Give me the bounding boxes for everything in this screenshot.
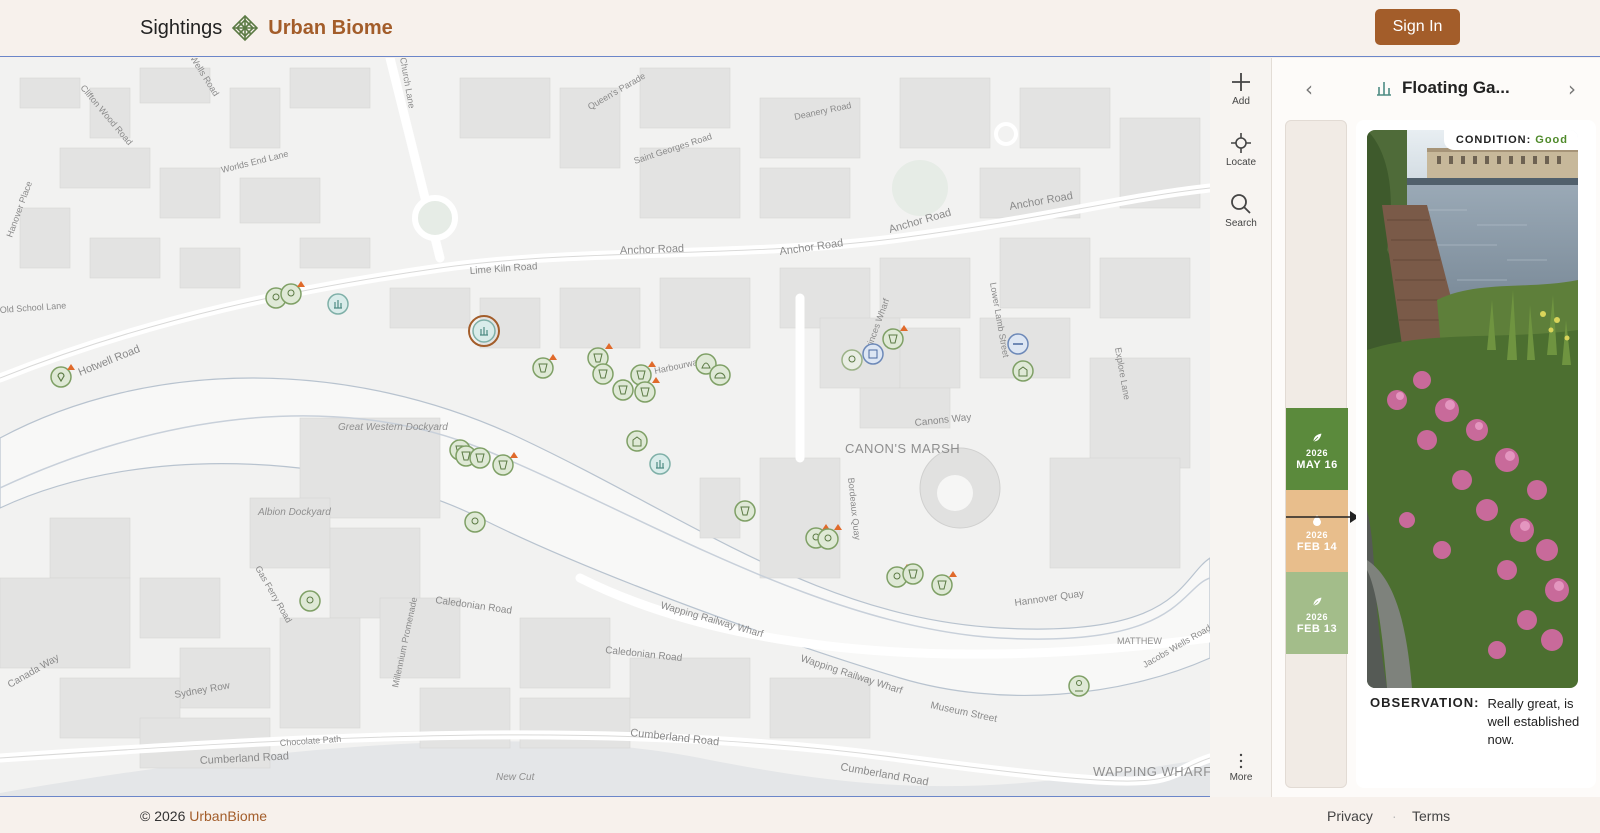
site-marker[interactable] bbox=[1068, 675, 1090, 697]
site-marker[interactable] bbox=[902, 563, 924, 585]
site-marker[interactable] bbox=[1007, 333, 1029, 355]
leaf-icon bbox=[1312, 432, 1323, 443]
timeline-pointer-icon bbox=[1286, 511, 1359, 523]
selected-site-marker[interactable] bbox=[468, 315, 500, 347]
timeline-item[interactable]: 2026 FEB 14 bbox=[1286, 490, 1348, 572]
search-icon bbox=[1231, 194, 1251, 214]
search-label: Search bbox=[1225, 218, 1257, 229]
leaf-icon bbox=[1312, 596, 1323, 607]
area-label: MATTHEW bbox=[1117, 636, 1162, 646]
floating-garden-icon bbox=[1377, 82, 1391, 96]
timeline-date: FEB 14 bbox=[1296, 541, 1338, 553]
area-label: WAPPING WHARF bbox=[1093, 764, 1210, 779]
street-label: Anchor Road bbox=[620, 243, 685, 257]
privacy-link[interactable]: Privacy bbox=[1327, 808, 1373, 824]
site-title: Floating Ga... bbox=[1374, 78, 1510, 98]
footer-brand-link[interactable]: UrbanBiome bbox=[189, 808, 267, 824]
terms-link[interactable]: Terms bbox=[1412, 808, 1450, 824]
timeline-year: 2026 bbox=[1305, 530, 1329, 540]
site-marker[interactable] bbox=[626, 430, 648, 452]
area-label: New Cut bbox=[496, 772, 536, 783]
timeline-year: 2026 bbox=[1305, 612, 1329, 622]
condition-value: Good bbox=[1535, 134, 1568, 146]
sign-in-button[interactable]: Sign In bbox=[1375, 9, 1460, 45]
timeline-date: MAY 16 bbox=[1296, 459, 1338, 471]
more-label: More bbox=[1229, 772, 1253, 783]
brand[interactable]: Sightings Urban Biome bbox=[140, 14, 393, 42]
observation-card: CONDITION: Good OBSERVATION: Really great… bbox=[1356, 120, 1596, 788]
site-marker[interactable] bbox=[1012, 360, 1034, 382]
area-label: Albion Dockyard bbox=[257, 507, 331, 518]
urban-biome-logo-icon bbox=[232, 14, 259, 42]
site-marker[interactable] bbox=[592, 363, 614, 385]
brand-name: Urban Biome bbox=[268, 16, 393, 39]
next-site-button[interactable]: › bbox=[1559, 76, 1585, 102]
site-name: Floating Ga... bbox=[1402, 78, 1510, 97]
search-button[interactable]: Search bbox=[1210, 192, 1272, 229]
plus-icon bbox=[1232, 73, 1250, 91]
site-marker[interactable] bbox=[734, 500, 756, 522]
site-marker[interactable] bbox=[862, 343, 884, 365]
add-label: Add bbox=[1232, 96, 1250, 107]
site-marker[interactable] bbox=[299, 590, 321, 612]
previous-site-button[interactable]: ‹ bbox=[1296, 76, 1322, 102]
app-title: Sightings bbox=[140, 16, 223, 39]
observation-photo-image bbox=[1367, 130, 1578, 688]
site-marker[interactable] bbox=[841, 349, 863, 371]
site-detail-panel: ‹ Floating Ga... › 2026 MAY 16 2026 FEB … bbox=[1272, 58, 1600, 797]
footer: © 2026 UrbanBiome Privacy · Terms bbox=[0, 798, 1600, 833]
observation-timeline: 2026 MAY 16 2026 FEB 14 2026 FEB 13 bbox=[1285, 120, 1359, 788]
area-label: CANON'S MARSH bbox=[845, 441, 960, 456]
copyright-text: © 2026 bbox=[140, 808, 186, 824]
condition-badge: CONDITION: Good bbox=[1443, 130, 1578, 150]
timeline-date: FEB 13 bbox=[1296, 623, 1338, 635]
area-label: Great Western Dockyard bbox=[338, 422, 448, 433]
site-marker[interactable] bbox=[327, 293, 349, 315]
copyright: © 2026 UrbanBiome bbox=[140, 808, 267, 824]
timeline-item[interactable]: 2026 FEB 13 bbox=[1286, 572, 1348, 654]
more-vertical-icon bbox=[1239, 753, 1243, 769]
observation-label: OBSERVATION: bbox=[1370, 695, 1480, 710]
locate-button[interactable]: Locate bbox=[1210, 131, 1272, 168]
map-canvas[interactable]: Anchor Road Anchor Road Anchor Road Anch… bbox=[0, 58, 1210, 797]
footer-separator: · bbox=[1392, 808, 1397, 824]
site-marker[interactable] bbox=[612, 379, 634, 401]
site-marker[interactable] bbox=[649, 453, 671, 475]
locate-label: Locate bbox=[1225, 157, 1257, 168]
site-marker[interactable] bbox=[469, 447, 491, 469]
app-header: Sightings Urban Biome Sign In bbox=[0, 0, 1600, 57]
timeline-item[interactable]: 2026 MAY 16 bbox=[1286, 408, 1348, 490]
site-marker[interactable] bbox=[709, 364, 731, 386]
observation-photo[interactable]: CONDITION: Good bbox=[1367, 130, 1578, 688]
more-button[interactable]: More bbox=[1210, 752, 1272, 783]
observation: OBSERVATION: Really great, is well estab… bbox=[1370, 695, 1588, 749]
add-button[interactable]: Add bbox=[1210, 70, 1272, 107]
map-view[interactable]: Anchor Road Anchor Road Anchor Road Anch… bbox=[0, 58, 1210, 797]
crosshair-icon bbox=[1231, 133, 1251, 153]
timeline-year: 2026 bbox=[1305, 448, 1329, 458]
site-marker[interactable] bbox=[464, 511, 486, 533]
observation-text: Really great, is well established now. bbox=[1487, 696, 1580, 747]
map-toolbar: Add Locate Search More bbox=[1210, 58, 1272, 797]
condition-label: CONDITION: bbox=[1455, 134, 1532, 146]
